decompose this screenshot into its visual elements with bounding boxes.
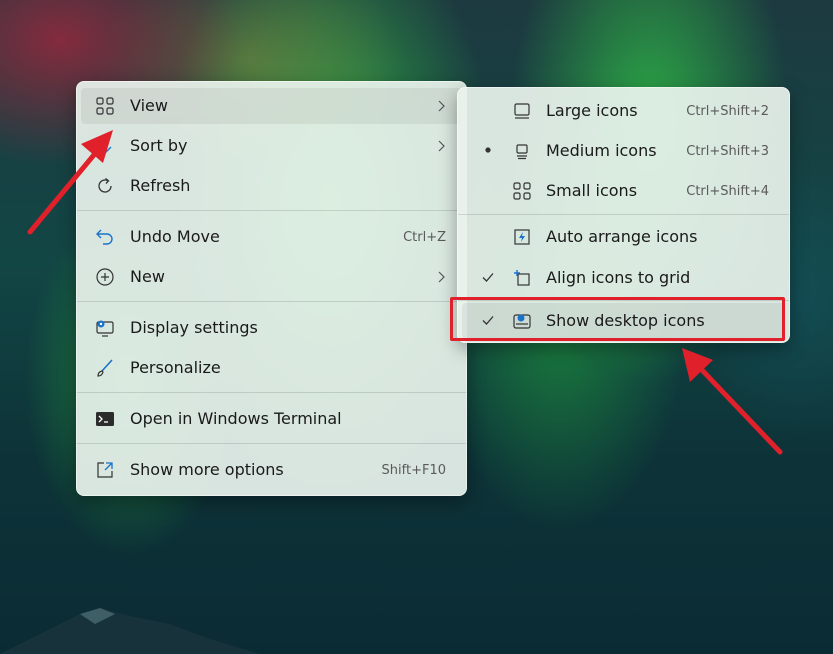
large-icons-shortcut: Ctrl+Shift+2 xyxy=(686,104,769,119)
small-icons-shortcut: Ctrl+Shift+4 xyxy=(686,184,769,199)
medium-icons-shortcut: Ctrl+Shift+3 xyxy=(686,144,769,159)
mountain-silhouette xyxy=(0,608,260,654)
large-icons-label: Large icons xyxy=(546,101,638,120)
undo-shortcut: Ctrl+Z xyxy=(403,230,446,245)
brush-icon xyxy=(97,359,113,377)
auto-arrange-label: Auto arrange icons xyxy=(546,227,698,246)
terminal-icon xyxy=(96,412,114,426)
undo-icon xyxy=(96,229,113,245)
menu-item-view[interactable]: View xyxy=(81,88,462,124)
submenu-separator xyxy=(458,214,789,215)
align-grid-label: Align icons to grid xyxy=(546,268,691,287)
menu-separator xyxy=(77,301,466,302)
menu-item-open-terminal[interactable]: Open in Windows Terminal xyxy=(81,401,462,437)
menu-item-new[interactable]: New xyxy=(81,259,462,295)
medium-icons-label: Medium icons xyxy=(546,141,657,160)
view-label: View xyxy=(130,96,168,115)
sort-by-label: Sort by xyxy=(130,136,188,155)
sort-arrow-icon xyxy=(98,138,112,154)
auto-arrange-icon xyxy=(514,229,530,245)
checkmark-icon xyxy=(482,273,494,282)
chevron-right-icon xyxy=(438,140,445,152)
personalize-label: Personalize xyxy=(130,358,221,377)
new-label: New xyxy=(130,267,165,286)
small-icons-icon xyxy=(513,182,531,200)
show-more-options-label: Show more options xyxy=(130,460,284,479)
menu-separator xyxy=(77,443,466,444)
show-more-shortcut: Shift+F10 xyxy=(381,463,446,478)
menu-item-undo-move[interactable]: Undo Move Ctrl+Z xyxy=(81,219,462,255)
annotation-highlight-box xyxy=(450,297,785,341)
submenu-item-large-icons[interactable]: Large icons Ctrl+Shift+2 xyxy=(462,93,785,129)
submenu-item-small-icons[interactable]: Small icons Ctrl+Shift+4 xyxy=(462,173,785,209)
chevron-right-icon xyxy=(438,100,445,112)
open-terminal-label: Open in Windows Terminal xyxy=(130,409,342,428)
small-icons-label: Small icons xyxy=(546,181,638,200)
annotation-arrow-show-desktop xyxy=(682,348,783,455)
desktop-context-menu: View Sort by Refresh Undo Move Ctrl+Z Ne… xyxy=(76,81,467,496)
large-icons-icon xyxy=(514,103,530,119)
share-icon xyxy=(97,462,113,478)
refresh-label: Refresh xyxy=(130,176,191,195)
display-settings-label: Display settings xyxy=(130,318,258,337)
undo-move-label: Undo Move xyxy=(130,227,220,246)
bullet-selected-icon xyxy=(485,147,491,153)
menu-separator xyxy=(77,392,466,393)
menu-item-display-settings[interactable]: Display settings xyxy=(81,310,462,346)
menu-item-show-more-options[interactable]: Show more options Shift+F10 xyxy=(81,452,462,488)
display-settings-icon xyxy=(96,320,114,337)
refresh-icon xyxy=(98,177,112,193)
plus-circle-icon xyxy=(96,268,114,286)
menu-item-personalize[interactable]: Personalize xyxy=(81,350,462,386)
align-grid-icon xyxy=(514,270,530,286)
submenu-item-auto-arrange[interactable]: Auto arrange icons xyxy=(462,219,785,255)
medium-icons-icon xyxy=(516,144,528,160)
view-grid-icon xyxy=(96,97,114,115)
submenu-item-medium-icons[interactable]: Medium icons Ctrl+Shift+3 xyxy=(462,133,785,169)
chevron-right-icon xyxy=(438,271,445,283)
menu-item-sort-by[interactable]: Sort by xyxy=(81,128,462,164)
submenu-item-align-to-grid[interactable]: Align icons to grid xyxy=(462,260,785,296)
menu-item-refresh[interactable]: Refresh xyxy=(81,168,462,204)
menu-separator xyxy=(77,210,466,211)
